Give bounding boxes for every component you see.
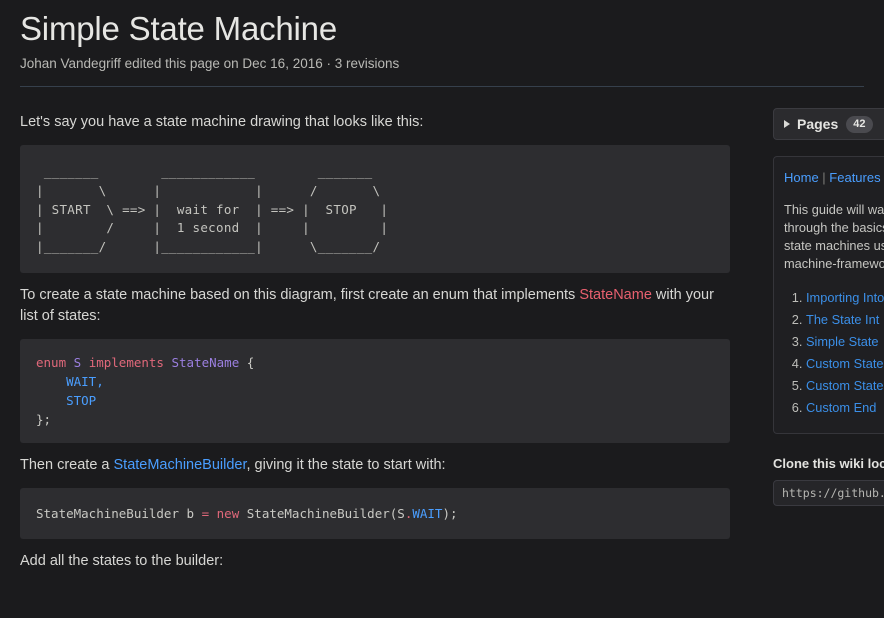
code-close-brace: }; <box>36 411 52 427</box>
sidebar-toc-link-2[interactable]: The State Int <box>806 312 879 327</box>
sidebar-toc-link-4[interactable]: Custom State <box>806 356 884 371</box>
code-builder-type: StateMachineBuilder <box>36 505 179 521</box>
ascii-diagram-code-block: _______ ____________ _______ | \ | | / \… <box>20 145 730 273</box>
pages-count-badge: 42 <box>846 115 873 133</box>
code-open-brace: { <box>246 354 255 370</box>
sidebar-toc-link-3[interactable]: Simple State <box>806 334 879 349</box>
sidebar-toc-link-6[interactable]: Custom End <box>806 400 876 415</box>
sidebar-nav-links: Home | Features <box>784 169 882 187</box>
main-content: Let's say you have a state machine drawi… <box>20 100 730 584</box>
clone-url-field[interactable]: https://github.com/ <box>773 480 884 506</box>
code-assign-operator: = <box>201 505 210 521</box>
sidebar-toc-link-1[interactable]: Importing Into <box>806 290 884 305</box>
page-byline: Johan Vandegriff edited this page on Dec… <box>20 56 400 71</box>
intro-paragraph: Let's say you have a state machine drawi… <box>20 114 424 130</box>
sidebar-nav-separator: | <box>818 170 830 185</box>
pages-toggle-button[interactable]: Pages 42 <box>773 108 884 140</box>
code-builder-ctor: StateMachineBuilder <box>246 505 390 521</box>
code-interface-type: StateName <box>171 354 240 370</box>
list-item: Simple State <box>806 331 884 353</box>
sidebar-link-home[interactable]: Home <box>784 170 819 185</box>
code-keyword-enum: enum <box>36 354 67 370</box>
code-enum-name: S <box>73 354 82 370</box>
sidebar-link-features[interactable]: Features <box>829 170 880 185</box>
page-title: Simple State Machine <box>20 10 337 47</box>
code-enum-constant-wait: WAIT, <box>66 373 104 389</box>
paragraph-add-states: Add all the states to the builder: <box>20 552 224 569</box>
paragraph-create-enum: To create a state machine based on this … <box>20 285 730 327</box>
list-item: The State Int <box>806 309 884 331</box>
list-item: Custom State <box>806 375 884 397</box>
code-arg-enum: S <box>397 505 405 521</box>
chevron-right-icon <box>784 120 790 128</box>
sidebar-toc-list: Importing Into The State Int Simple Stat… <box>784 287 884 419</box>
code-builder-var: b <box>186 505 195 521</box>
wiki-page: Simple State Machine Johan Vandegriff ed… <box>0 0 884 618</box>
enum-code-block: enum S implements StateName { WAIT, STOP… <box>20 338 730 443</box>
header-divider <box>20 86 864 87</box>
paragraph-text-after-2: , giving it the state to start with: <box>246 456 446 473</box>
sidebar-toc-link-5[interactable]: Custom State <box>806 378 884 393</box>
paragraph-text-before: To create a state machine based on this … <box>20 286 580 303</box>
code-keyword-new: new <box>216 505 240 521</box>
list-item: Custom State <box>806 353 884 375</box>
code-arg-constant: WAIT <box>412 505 443 521</box>
paragraph-create-builder: Then create a StateMachineBuilder, givin… <box>20 455 730 476</box>
builder-code-block: StateMachineBuilder b = new StateMachine… <box>20 487 730 539</box>
code-enum-constant-stop: STOP <box>66 392 97 408</box>
list-item: Importing Into <box>806 287 884 309</box>
page-header: Simple State Machine Johan Vandegriff ed… <box>0 0 884 74</box>
clone-section-title: Clone this wiki locally <box>773 456 884 471</box>
statemachinebuilder-link[interactable]: StateMachineBuilder <box>114 457 247 473</box>
sidebar-panel: Home | Features This guide will walk you… <box>773 156 884 434</box>
list-item: Custom End <box>806 397 884 419</box>
wiki-sidebar: Pages 42 Home | Features This guide will… <box>773 108 884 506</box>
statename-link[interactable]: StateName <box>579 287 652 303</box>
clone-url-text: https://github.com/ <box>782 486 884 500</box>
code-keyword-implements: implements <box>88 354 164 370</box>
code-statement-tail: ); <box>442 505 458 521</box>
paragraph-text-before-2: Then create a <box>20 456 114 473</box>
sidebar-intro-text: This guide will walk you through the bas… <box>784 202 884 271</box>
pages-label: Pages <box>797 116 839 132</box>
